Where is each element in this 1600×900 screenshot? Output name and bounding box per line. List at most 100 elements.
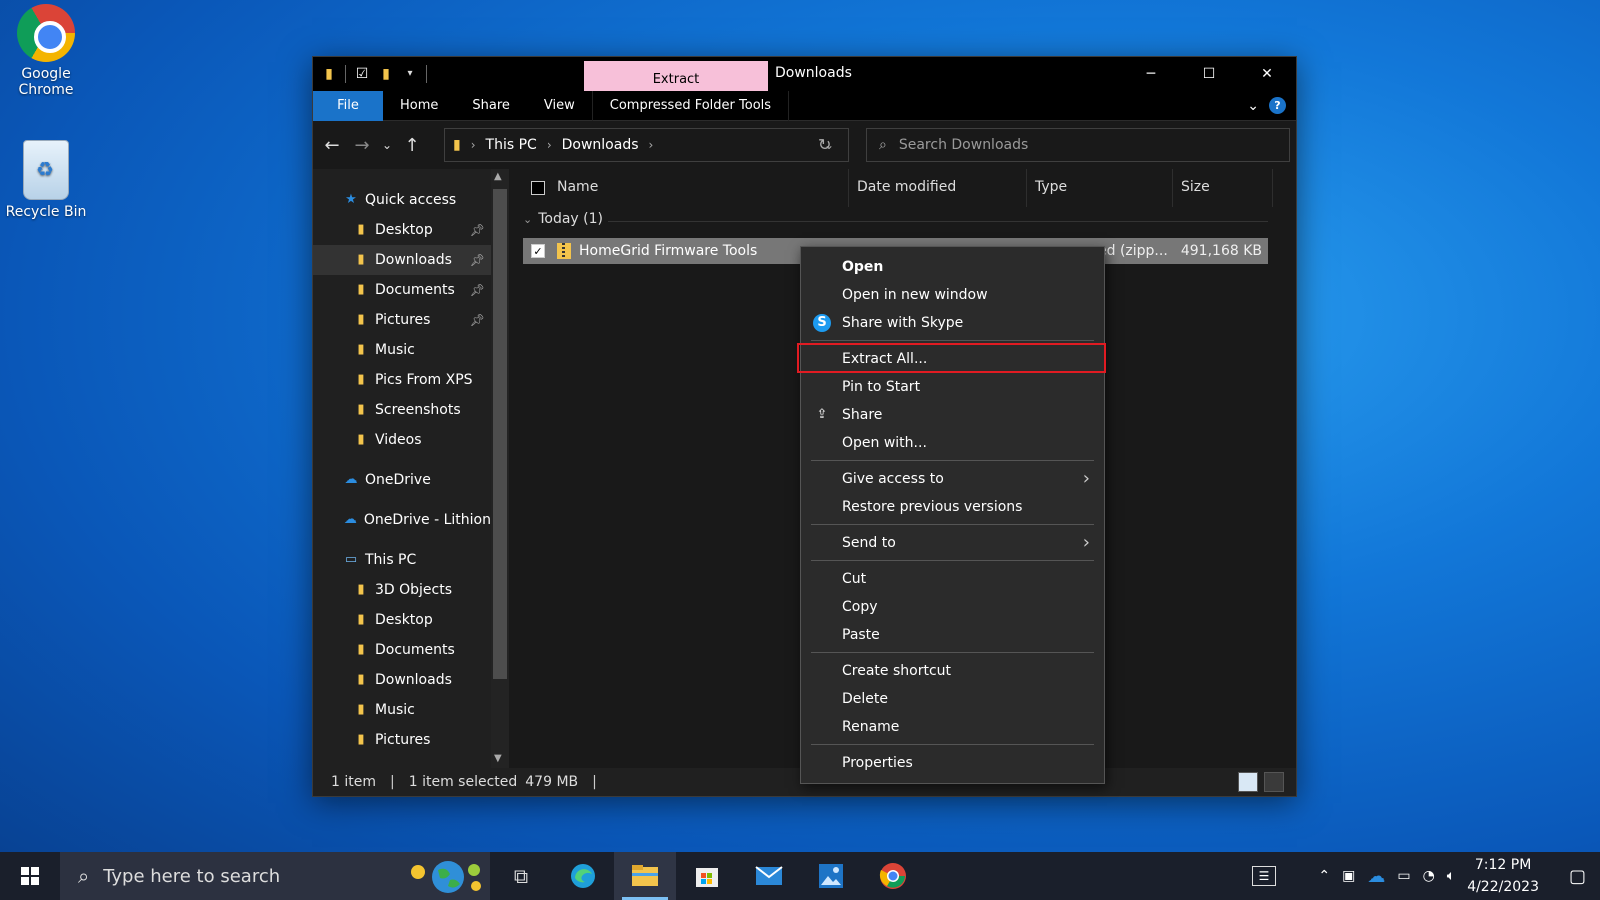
news-widget-icon[interactable]: ☰ <box>1251 866 1277 886</box>
search-input[interactable] <box>898 137 1259 153</box>
scrollbar-thumb[interactable] <box>493 189 507 679</box>
menu-item-open[interactable]: Open <box>801 253 1104 281</box>
close-button[interactable]: ✕ <box>1238 57 1296 91</box>
nav-downloads-pc[interactable]: ▮ Downloads <box>313 665 491 695</box>
task-view-icon[interactable]: ⧉ <box>490 852 552 900</box>
tab-share[interactable]: Share <box>455 91 527 121</box>
column-type[interactable]: Type <box>1035 179 1067 195</box>
chevron-up-icon[interactable]: ⌃ <box>1318 868 1330 884</box>
breadcrumb-downloads[interactable]: Downloads <box>562 137 639 153</box>
menu-item-delete[interactable]: Delete <box>801 685 1104 713</box>
nav-videos[interactable]: ▮ Videos <box>313 425 491 455</box>
nav-this-pc[interactable]: ▭ This PC <box>313 545 491 575</box>
column-name[interactable]: Name <box>557 179 598 195</box>
tab-home[interactable]: Home <box>383 91 455 121</box>
large-icons-view-icon[interactable] <box>1264 772 1284 792</box>
select-all-checkbox[interactable] <box>531 181 545 195</box>
scroll-down-icon[interactable]: ▼ <box>494 753 502 764</box>
column-date-modified[interactable]: Date modified <box>857 179 956 195</box>
file-explorer-taskbar-icon[interactable] <box>614 852 676 900</box>
tab-view[interactable]: View <box>527 91 592 121</box>
scroll-up-icon[interactable]: ▲ <box>494 171 502 182</box>
breadcrumb-this-pc[interactable]: This PC <box>486 137 537 153</box>
menu-item-send-to[interactable]: Send to › <box>801 529 1104 557</box>
chrome-taskbar-icon[interactable] <box>862 852 924 900</box>
store-icon[interactable] <box>676 852 738 900</box>
new-folder-icon[interactable]: ▮ <box>378 66 394 82</box>
group-header-today[interactable]: ⌄ Today (1) <box>523 211 1268 227</box>
onedrive-icon[interactable]: ☁ <box>1367 866 1385 887</box>
search-box[interactable]: ⌕ <box>866 128 1290 162</box>
taskbar-search[interactable]: ⌕ <box>60 852 490 900</box>
taskbar-search-input[interactable] <box>103 865 364 887</box>
menu-item-share[interactable]: ⇪ Share <box>801 401 1104 429</box>
photos-icon[interactable] <box>800 852 862 900</box>
nav-music-pc[interactable]: ▮ Music <box>313 695 491 725</box>
nav-onedrive-lithion[interactable]: ☁ OneDrive - Lithion <box>313 505 491 535</box>
nav-downloads[interactable]: ▮ Downloads 📌︎ <box>313 245 491 275</box>
divider <box>426 65 427 83</box>
expand-ribbon-icon[interactable]: ⌄ <box>1247 98 1259 114</box>
nav-documents[interactable]: ▮ Documents 📌︎ <box>313 275 491 305</box>
nav-desktop[interactable]: ▮ Desktop 📌︎ <box>313 215 491 245</box>
nav-pics-from-xps[interactable]: ▮ Pics From XPS <box>313 365 491 395</box>
desktop-icon-chrome[interactable]: Google Chrome <box>1 4 91 98</box>
address-bar[interactable]: ▮ › This PC › Downloads › ⌄ <box>444 128 849 162</box>
details-view-icon[interactable] <box>1238 772 1258 792</box>
nav-documents-pc[interactable]: ▮ Documents <box>313 635 491 665</box>
desktop-icon-recycle-bin[interactable]: Recycle Bin <box>1 140 91 220</box>
menu-item-rename[interactable]: Rename <box>801 713 1104 741</box>
menu-item-share-skype[interactable]: S Share with Skype <box>801 309 1104 337</box>
refresh-icon[interactable]: ↻ <box>818 135 831 154</box>
date: 4/22/2023 <box>1467 879 1539 895</box>
menu-item-paste[interactable]: Paste <box>801 621 1104 649</box>
maximize-button[interactable]: ☐ <box>1180 57 1238 91</box>
nav-screenshots[interactable]: ▮ Screenshots <box>313 395 491 425</box>
volume-icon[interactable]: 🔈︎ <box>1447 868 1455 884</box>
nav-music[interactable]: ▮ Music <box>313 335 491 365</box>
menu-item-cut[interactable]: Cut <box>801 565 1104 593</box>
chevron-right-icon[interactable]: › <box>547 138 552 152</box>
extract-contextual-tab[interactable]: Extract <box>584 61 768 91</box>
up-icon[interactable]: ↑ <box>397 135 427 156</box>
column-size[interactable]: Size <box>1181 179 1210 195</box>
mail-icon[interactable] <box>738 852 800 900</box>
nav-onedrive[interactable]: ☁ OneDrive <box>313 465 491 495</box>
menu-item-open-with[interactable]: Open with... <box>801 429 1104 457</box>
menu-item-create-shortcut[interactable]: Create shortcut <box>801 657 1104 685</box>
edge-icon[interactable] <box>552 852 614 900</box>
wifi-icon[interactable]: ◔ <box>1423 868 1435 884</box>
chevron-right-icon: › <box>1082 468 1090 489</box>
tab-compressed-folder-tools[interactable]: Compressed Folder Tools <box>591 90 790 121</box>
nav-quick-access[interactable]: ★ Quick access <box>313 185 491 215</box>
menu-item-copy[interactable]: Copy <box>801 593 1104 621</box>
help-icon[interactable]: ? <box>1269 97 1286 114</box>
divider <box>1026 169 1027 207</box>
chevron-right-icon[interactable]: › <box>649 138 654 152</box>
menu-item-properties[interactable]: Properties <box>801 749 1104 777</box>
menu-item-pin-to-start[interactable]: Pin to Start <box>801 373 1104 401</box>
nav-desktop-pc[interactable]: ▮ Desktop <box>313 605 491 635</box>
properties-icon[interactable]: ☑ <box>354 66 370 82</box>
meet-now-icon[interactable]: ▣ <box>1342 868 1355 884</box>
chevron-right-icon[interactable]: › <box>471 138 476 152</box>
nav-pictures-pc[interactable]: ▮ Pictures <box>313 725 491 755</box>
menu-item-restore-versions[interactable]: Restore previous versions <box>801 493 1104 521</box>
menu-item-open-new-window[interactable]: Open in new window <box>801 281 1104 309</box>
nav-3d-objects[interactable]: ▮ 3D Objects <box>313 575 491 605</box>
recent-locations-icon[interactable]: ⌄ <box>377 138 397 152</box>
back-icon[interactable]: ← <box>317 135 347 156</box>
notifications-icon[interactable]: ▢ <box>1569 866 1586 887</box>
customize-toolbar-icon[interactable]: ▾ <box>402 66 418 82</box>
share-icon: ⇪ <box>816 407 828 422</box>
row-checkbox[interactable]: ✓ <box>531 244 545 258</box>
start-button[interactable] <box>0 852 60 900</box>
forward-icon[interactable]: → <box>347 135 377 156</box>
nav-scrollbar[interactable]: ▲ ▼ <box>491 169 509 768</box>
nav-pictures[interactable]: ▮ Pictures 📌︎ <box>313 305 491 335</box>
clock[interactable]: 7:12 PM 4/22/2023 <box>1467 854 1539 898</box>
tab-file[interactable]: File <box>313 90 383 121</box>
menu-item-give-access[interactable]: Give access to › <box>801 465 1104 493</box>
battery-icon[interactable]: ▭ <box>1397 868 1410 884</box>
minimize-button[interactable]: ─ <box>1122 57 1180 91</box>
